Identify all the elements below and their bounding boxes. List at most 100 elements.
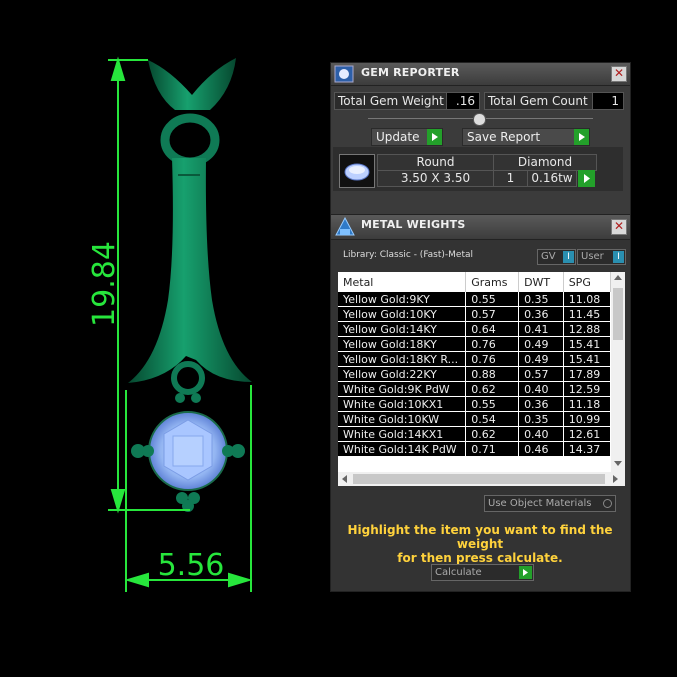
update-button[interactable]: Update [371, 128, 443, 146]
table-cell: 15.41 [563, 351, 611, 367]
table-cell: White Gold:10KX1 [338, 396, 467, 412]
table-row[interactable]: Yellow Gold:14KY 0.64 0.41 12.88 [338, 321, 611, 337]
gem-reporter-titlebar[interactable]: GEM REPORTER ✕ [331, 63, 630, 86]
table-cell: 11.45 [563, 306, 611, 322]
table-row[interactable]: White Gold:14K PdW 0.71 0.46 14.37 [338, 441, 611, 457]
table-cell: 0.76 [465, 336, 520, 352]
table-row[interactable]: Yellow Gold:18KY 0.76 0.49 15.41 [338, 336, 611, 352]
table-cell: 0.55 [465, 292, 520, 307]
table-cell: 0.57 [465, 306, 520, 322]
table-cell: 17.89 [563, 366, 611, 382]
table-cell: 12.88 [563, 321, 611, 337]
gem-thumbnail[interactable] [339, 154, 375, 188]
table-cell: 0.46 [518, 441, 564, 457]
table-row[interactable]: Yellow Gold:10KY 0.57 0.36 11.45 [338, 306, 611, 322]
scroll-left-icon[interactable] [342, 475, 347, 483]
horizontal-scroll-thumb[interactable] [353, 474, 605, 484]
metal-weights-titlebar[interactable]: METAL WEIGHTS ✕ [331, 215, 630, 240]
table-cell: Yellow Gold:18KY R... [338, 351, 467, 367]
jump-ring [160, 113, 220, 167]
total-gem-count-value[interactable]: 1 [592, 92, 624, 110]
table-cell: 0.71 [465, 441, 520, 457]
total-gem-weight-value[interactable]: .16 [446, 92, 480, 110]
highlight-line-1: Highlight the item you want to find the … [347, 523, 613, 551]
metal-table-container: Metal Grams DWT SPG Yellow Gold:9KY 0.55 0.35… [338, 272, 625, 486]
calculate-button-label: Calculate [435, 567, 482, 578]
table-row[interactable]: White Gold:10KX1 0.55 0.36 11.18 [338, 396, 611, 412]
round-gem-icon [344, 163, 370, 181]
save-report-arrow-icon [574, 129, 589, 145]
user-toggle[interactable]: User I [577, 249, 626, 265]
gem-type-cell: Diamond [493, 154, 597, 171]
calculate-button[interactable]: Calculate [431, 564, 534, 581]
scroll-right-icon[interactable] [613, 475, 618, 483]
gv-toggle-label: GV [541, 251, 556, 262]
save-report-button[interactable]: Save Report [462, 128, 590, 146]
table-row[interactable]: White Gold:9K PdW 0.62 0.40 12.59 [338, 381, 611, 397]
table-cell: 0.36 [518, 396, 564, 412]
bail-top [148, 58, 236, 110]
table-cell: 10.99 [563, 411, 611, 427]
gem-reporter-title: GEM REPORTER [361, 66, 460, 79]
table-row[interactable]: Yellow Gold:9KY 0.55 0.35 11.08 [338, 292, 611, 307]
use-object-materials-radio-icon [603, 499, 612, 508]
table-cell: 12.59 [563, 381, 611, 397]
table-cell: 15.41 [563, 336, 611, 352]
gv-toggle[interactable]: GV I [537, 249, 576, 265]
table-cell: 0.40 [518, 426, 564, 442]
scroll-up-icon[interactable] [614, 275, 622, 280]
table-header-row: Metal Grams DWT SPG [338, 272, 611, 292]
gem-weight-go-button[interactable] [578, 170, 595, 187]
gem-shape-cell: Round [377, 154, 494, 171]
table-row[interactable]: White Gold:14KX1 0.62 0.40 12.61 [338, 426, 611, 442]
table-row[interactable]: White Gold:10KW 0.54 0.35 10.99 [338, 411, 611, 427]
calculate-arrow-icon [519, 566, 532, 579]
table-cell: 11.18 [563, 396, 611, 412]
metal-weights-table: Metal Grams DWT SPG Yellow Gold:9KY 0.55 0.35… [338, 272, 611, 457]
dimension-width-label: 5.56 [158, 548, 225, 583]
table-cell: 0.49 [518, 336, 564, 352]
column-header-dwt[interactable]: DWT [518, 272, 564, 292]
save-report-button-label: Save Report [467, 130, 541, 144]
column-header-spg[interactable]: SPG [563, 272, 611, 292]
highlight-instructions: Highlight the item you want to find the … [340, 523, 620, 565]
play-icon [584, 174, 590, 183]
table-row[interactable]: Yellow Gold:22KY 0.88 0.57 17.89 [338, 366, 611, 382]
table-cell: 0.64 [465, 321, 520, 337]
column-header-metal[interactable]: Metal [338, 272, 467, 292]
table-cell: Yellow Gold:14KY [338, 321, 467, 337]
metal-weights-title: METAL WEIGHTS [361, 218, 466, 231]
gem-size-cell: 3.50 X 3.50 [377, 170, 494, 187]
jewelry-viewport[interactable]: 19.84 5.56 [0, 0, 330, 677]
pendant-shaft [128, 158, 252, 383]
table-horizontal-scrollbar[interactable] [338, 472, 625, 486]
gem-slider-handle[interactable] [473, 113, 486, 126]
scroll-down-icon[interactable] [614, 461, 622, 466]
update-button-label: Update [376, 130, 420, 144]
vertical-scroll-thumb[interactable] [613, 288, 623, 340]
use-object-materials-label: Use Object Materials [488, 498, 592, 509]
table-cell: Yellow Gold:10KY [338, 306, 467, 322]
table-vertical-scrollbar[interactable] [611, 272, 625, 472]
table-cell: White Gold:14KX1 [338, 426, 467, 442]
table-cell: 0.62 [465, 426, 520, 442]
gem-reporter-close-button[interactable]: ✕ [611, 66, 627, 82]
total-gem-count-label: Total Gem Count [484, 92, 594, 110]
table-cell: Yellow Gold:22KY [338, 366, 467, 382]
highlight-line-2: for then press calculate. [397, 551, 563, 565]
user-toggle-label: User [581, 251, 604, 262]
table-row[interactable]: Yellow Gold:18KY R... 0.76 0.49 15.41 [338, 351, 611, 367]
table-cell: 12.61 [563, 426, 611, 442]
table-cell: 0.76 [465, 351, 520, 367]
dimension-height-label: 19.84 [87, 241, 122, 327]
gem-count-cell: 1 [493, 170, 528, 187]
update-arrow-icon [427, 129, 442, 145]
metal-weights-close-button[interactable]: ✕ [611, 219, 627, 235]
user-toggle-marker: I [613, 251, 624, 263]
table-cell: 14.37 [563, 441, 611, 457]
table-cell: 0.40 [518, 381, 564, 397]
table-cell: 0.88 [465, 366, 520, 382]
use-object-materials-toggle[interactable]: Use Object Materials [484, 495, 616, 512]
table-cell: 0.35 [518, 411, 564, 427]
column-header-grams[interactable]: Grams [465, 272, 520, 292]
